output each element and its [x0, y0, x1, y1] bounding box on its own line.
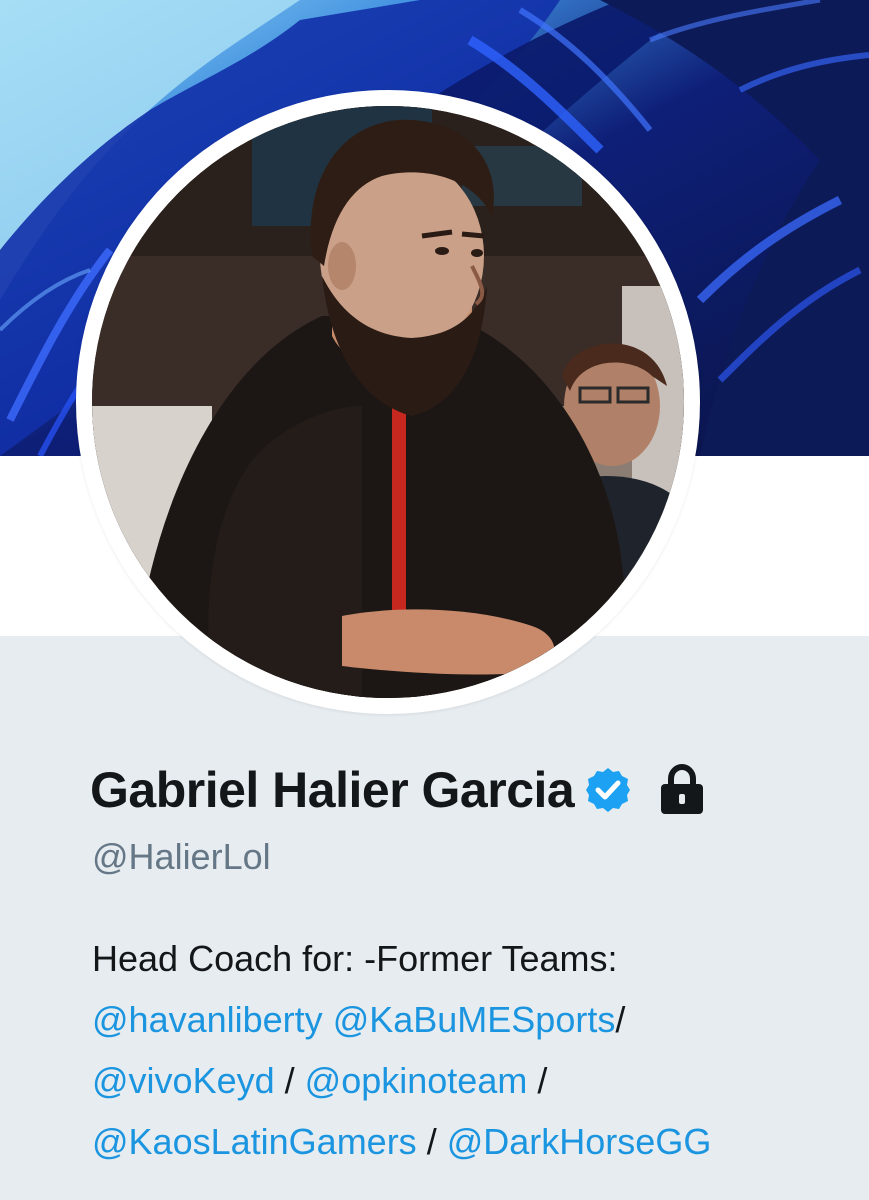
mention-link[interactable]: @KaBuMESports [333, 999, 616, 1040]
username-handle: @HalierLol [92, 836, 271, 877]
bio-separator: / [426, 1121, 437, 1162]
bio-separator: / [537, 1060, 548, 1101]
bio-line-4: @KaosLatinGamers / @DarkHorseGG [92, 1111, 852, 1172]
mention-link[interactable]: @opkinoteam [305, 1060, 528, 1101]
profile-card: Gabriel Halier Garcia @HalierLol Head Co… [0, 0, 869, 1200]
profile-avatar[interactable] [76, 90, 700, 714]
mention-link[interactable]: @DarkHorseGG [447, 1121, 712, 1162]
profile-bio: Head Coach for: -Former Teams: @havanlib… [92, 928, 852, 1172]
mention-link[interactable]: @vivoKeyd [92, 1060, 275, 1101]
display-name[interactable]: Gabriel Halier Garcia [90, 761, 575, 819]
profile-name-row: Gabriel Halier Garcia [90, 758, 706, 822]
bio-line-2: @havanliberty @KaBuMESports/ [92, 989, 852, 1050]
bio-separator: / [615, 999, 626, 1040]
mention-link[interactable]: @KaosLatinGamers [92, 1121, 417, 1162]
mention-link[interactable]: @havanliberty [92, 999, 323, 1040]
verified-badge-icon[interactable] [584, 766, 632, 814]
avatar-photo [92, 106, 684, 698]
bio-line-3: @vivoKeyd / @opkinoteam / [92, 1050, 852, 1111]
lock-icon [658, 763, 706, 816]
bio-line-1: Head Coach for: -Former Teams: [92, 938, 618, 979]
bio-separator: / [284, 1060, 295, 1101]
avatar-photo-graphic [92, 106, 684, 698]
